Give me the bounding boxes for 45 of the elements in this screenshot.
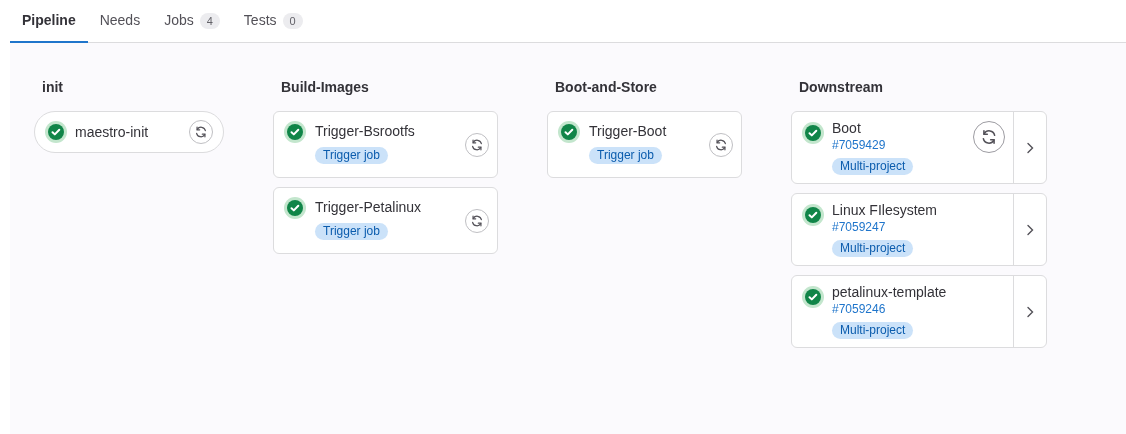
job-card[interactable]: maestro-init [34, 111, 224, 153]
chevron-right-icon [1026, 223, 1034, 236]
job-badge: Multi-project [832, 322, 914, 339]
job-name: Trigger-Boot [589, 122, 667, 141]
chevron-right-icon [1026, 141, 1034, 154]
retry-button[interactable] [709, 132, 733, 157]
retry-icon [714, 137, 728, 152]
pipeline-link[interactable]: #7059246 [832, 301, 886, 317]
retry-icon [470, 213, 484, 228]
retry-button[interactable] [465, 208, 489, 233]
project-name: petalinux-template [832, 284, 948, 301]
stage-title: init [41, 78, 64, 97]
downstream-card[interactable]: petalinux-template #7059246 Multi-project [791, 275, 1047, 348]
job-badge: Trigger job [315, 147, 388, 164]
project-name: Linux FIlesystem [832, 202, 939, 219]
count-badge: 4 [199, 12, 220, 29]
retry-button[interactable] [189, 120, 213, 144]
chevron-right-icon [1026, 305, 1034, 318]
pipeline-link[interactable]: #7059247 [832, 219, 886, 235]
retry-icon [980, 128, 998, 146]
pipeline-link[interactable]: #7059429 [832, 137, 886, 153]
retry-button[interactable] [465, 132, 489, 157]
job-card[interactable]: Trigger-Petalinux Trigger job [273, 187, 498, 254]
job-name: Trigger-Bsrootfs [315, 122, 415, 141]
job-name: maestro-init [75, 122, 150, 142]
job-name: Trigger-Petalinux [315, 198, 422, 217]
retry-icon [194, 125, 208, 139]
downstream-card[interactable]: Boot #7059429 Multi-project [791, 111, 1047, 184]
tab[interactable]: Needs [87, 0, 153, 43]
downstream-card[interactable]: Linux FIlesystem #7059247 Multi-project [791, 193, 1047, 266]
tab[interactable]: Jobs 4 [152, 0, 232, 43]
project-name: Boot [832, 120, 862, 137]
stage-title: Build-Images [280, 78, 370, 97]
job-card[interactable]: Trigger-Boot Trigger job [547, 111, 742, 178]
retry-button[interactable] [973, 121, 1005, 153]
stage-title: Boot-and-Store [554, 78, 658, 97]
job-card[interactable]: Trigger-Bsrootfs Trigger job [273, 111, 498, 178]
job-badge: Multi-project [832, 158, 914, 175]
job-badge: Trigger job [589, 147, 662, 164]
job-badge: Multi-project [832, 240, 914, 257]
count-badge: 0 [282, 12, 303, 29]
tab[interactable]: Tests 0 [231, 0, 315, 43]
job-badge: Trigger job [315, 223, 388, 240]
stage-title: Downstream [798, 78, 885, 97]
retry-icon [470, 137, 484, 152]
